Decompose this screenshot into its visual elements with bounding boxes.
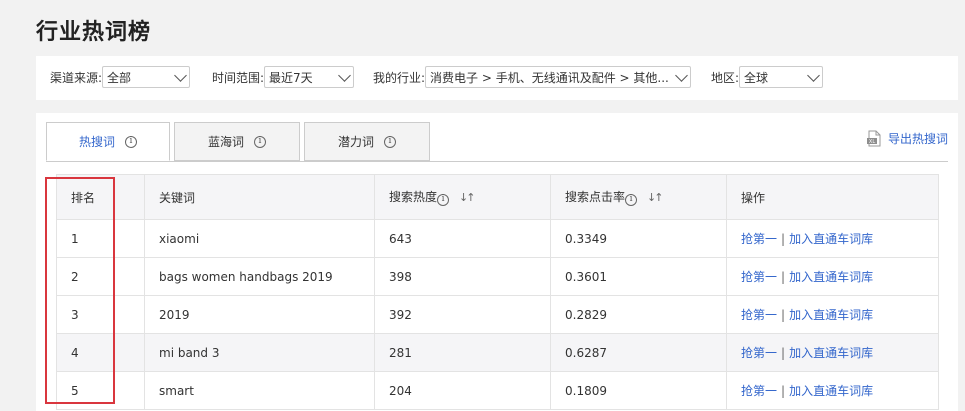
table-header-row: 排名 关键词 搜索热度 i ↓↑ 搜索点击率 i ↓↑ 操作 — [56, 174, 939, 220]
filter-region: 地区: 全球 — [711, 66, 824, 88]
ctr-cell: 0.6287 — [550, 333, 727, 372]
add-to-keyword-library-link[interactable]: 加入直通车词库 — [789, 346, 873, 360]
rank-cell: 3 — [56, 295, 145, 334]
rank-cell: 2 — [56, 257, 145, 296]
filter-industry-label: 我的行业: — [373, 70, 426, 85]
heat-cell: 398 — [374, 257, 551, 296]
table-row: 4 mi band 3 281 0.6287 抢第一 | 加入直通车词库 — [56, 333, 939, 372]
sort-icon[interactable]: ↓↑ — [459, 191, 476, 204]
table-row: 3 2019 392 0.2829 抢第一 | 加入直通车词库 — [56, 295, 939, 334]
export-label: 导出热搜词 — [887, 132, 948, 146]
heat-cell: 281 — [374, 333, 551, 372]
ctr-cell: 0.3601 — [550, 257, 727, 296]
action-cell: 抢第一 | 加入直通车词库 — [726, 257, 939, 296]
grab-first-link[interactable]: 抢第一 — [741, 346, 777, 360]
col-heat[interactable]: 搜索热度 i ↓↑ — [374, 174, 551, 220]
ctr-cell: 0.1809 — [550, 371, 727, 410]
sort-icon[interactable]: ↓↑ — [647, 191, 664, 204]
ctr-cell: 0.3349 — [550, 219, 727, 258]
tab-bar: 热搜词 i 蓝海词 i 潜力词 i — [46, 122, 434, 162]
channel-select[interactable]: 全部 — [102, 66, 191, 88]
action-cell: 抢第一 | 加入直通车词库 — [726, 295, 939, 334]
tab-hot-search-label: 热搜词 — [78, 135, 115, 149]
add-to-keyword-library-link[interactable]: 加入直通车词库 — [789, 232, 873, 246]
tab-blue-ocean-label: 蓝海词 — [207, 135, 244, 149]
table-row: 2 bags women handbags 2019 398 0.3601 抢第… — [56, 257, 939, 296]
col-action: 操作 — [726, 174, 939, 220]
keyword-cell: xiaomi — [144, 219, 375, 258]
col-ctr[interactable]: 搜索点击率 i ↓↑ — [550, 174, 727, 220]
chevron-down-icon — [338, 68, 351, 82]
tab-potential[interactable]: 潜力词 i — [304, 122, 430, 161]
info-icon[interactable]: i — [125, 135, 137, 148]
time-select-value: 最近7天 — [269, 70, 313, 85]
svg-text:XL: XL — [869, 139, 875, 145]
chevron-down-icon — [675, 68, 688, 82]
filter-region-label: 地区: — [711, 70, 740, 85]
action-separator: | — [781, 384, 786, 398]
excel-icon: XL — [866, 130, 882, 147]
filter-time: 时间范围: 最近7天 — [212, 66, 355, 88]
ranking-panel: 热搜词 i 蓝海词 i 潜力词 i XL 导出热搜词 排名 关键词 搜索热度 i… — [36, 113, 958, 411]
info-icon[interactable]: i — [384, 135, 396, 148]
page-title: 行业热词榜 — [36, 20, 152, 45]
export-hot-search-button[interactable]: XL 导出热搜词 — [866, 130, 948, 147]
filter-channel-label: 渠道来源: — [50, 70, 103, 85]
rank-cell: 4 — [56, 333, 145, 372]
info-icon[interactable]: i — [254, 135, 266, 148]
grab-first-link[interactable]: 抢第一 — [741, 270, 777, 284]
time-select[interactable]: 最近7天 — [264, 66, 355, 88]
grab-first-link[interactable]: 抢第一 — [741, 308, 777, 322]
action-separator: | — [781, 270, 786, 284]
table-row: 5 smart 204 0.1809 抢第一 | 加入直通车词库 — [56, 371, 939, 410]
tab-hot-search[interactable]: 热搜词 i — [46, 122, 170, 161]
filter-time-label: 时间范围: — [212, 70, 265, 85]
col-rank: 排名 — [56, 174, 145, 220]
tab-divider — [46, 161, 948, 162]
grab-first-link[interactable]: 抢第一 — [741, 384, 777, 398]
region-select[interactable]: 全球 — [739, 66, 824, 88]
action-separator: | — [781, 308, 786, 322]
grab-first-link[interactable]: 抢第一 — [741, 232, 777, 246]
hot-keyword-table: 排名 关键词 搜索热度 i ↓↑ 搜索点击率 i ↓↑ 操作 1 xiaomi 643 … — [56, 174, 939, 410]
heat-cell: 643 — [374, 219, 551, 258]
filter-bar: 渠道来源: 全部 时间范围: 最近7天 我的行业: 消费电子 > 手机、无线通讯… — [36, 56, 958, 100]
rank-cell: 1 — [56, 219, 145, 258]
table-row: 1 xiaomi 643 0.3349 抢第一 | 加入直通车词库 — [56, 219, 939, 258]
action-cell: 抢第一 | 加入直通车词库 — [726, 333, 939, 372]
chevron-down-icon — [807, 68, 820, 82]
keyword-cell: bags women handbags 2019 — [144, 257, 375, 296]
heat-cell: 204 — [374, 371, 551, 410]
keyword-cell: mi band 3 — [144, 333, 375, 372]
keyword-cell: smart — [144, 371, 375, 410]
filter-industry: 我的行业: 消费电子 > 手机、无线通讯及配件 > 其他... — [373, 66, 692, 88]
industry-select[interactable]: 消费电子 > 手机、无线通讯及配件 > 其他... — [425, 66, 692, 88]
tab-blue-ocean[interactable]: 蓝海词 i — [174, 122, 300, 161]
filter-channel: 渠道来源: 全部 — [50, 66, 191, 88]
tab-potential-label: 潜力词 — [337, 135, 374, 149]
action-cell: 抢第一 | 加入直通车词库 — [726, 371, 939, 410]
add-to-keyword-library-link[interactable]: 加入直通车词库 — [789, 384, 873, 398]
add-to-keyword-library-link[interactable]: 加入直通车词库 — [789, 308, 873, 322]
info-icon[interactable]: i — [437, 193, 450, 206]
add-to-keyword-library-link[interactable]: 加入直通车词库 — [789, 270, 873, 284]
action-separator: | — [781, 232, 786, 246]
heat-cell: 392 — [374, 295, 551, 334]
col-keyword: 关键词 — [144, 174, 375, 220]
chevron-down-icon — [174, 68, 187, 82]
ctr-cell: 0.2829 — [550, 295, 727, 334]
info-icon[interactable]: i — [625, 193, 638, 206]
keyword-cell: 2019 — [144, 295, 375, 334]
channel-select-value: 全部 — [107, 70, 132, 85]
industry-select-value: 消费电子 > 手机、无线通讯及配件 > 其他... — [430, 70, 669, 85]
action-separator: | — [781, 346, 786, 360]
rank-cell: 5 — [56, 371, 145, 410]
action-cell: 抢第一 | 加入直通车词库 — [726, 219, 939, 258]
region-select-value: 全球 — [744, 70, 769, 85]
